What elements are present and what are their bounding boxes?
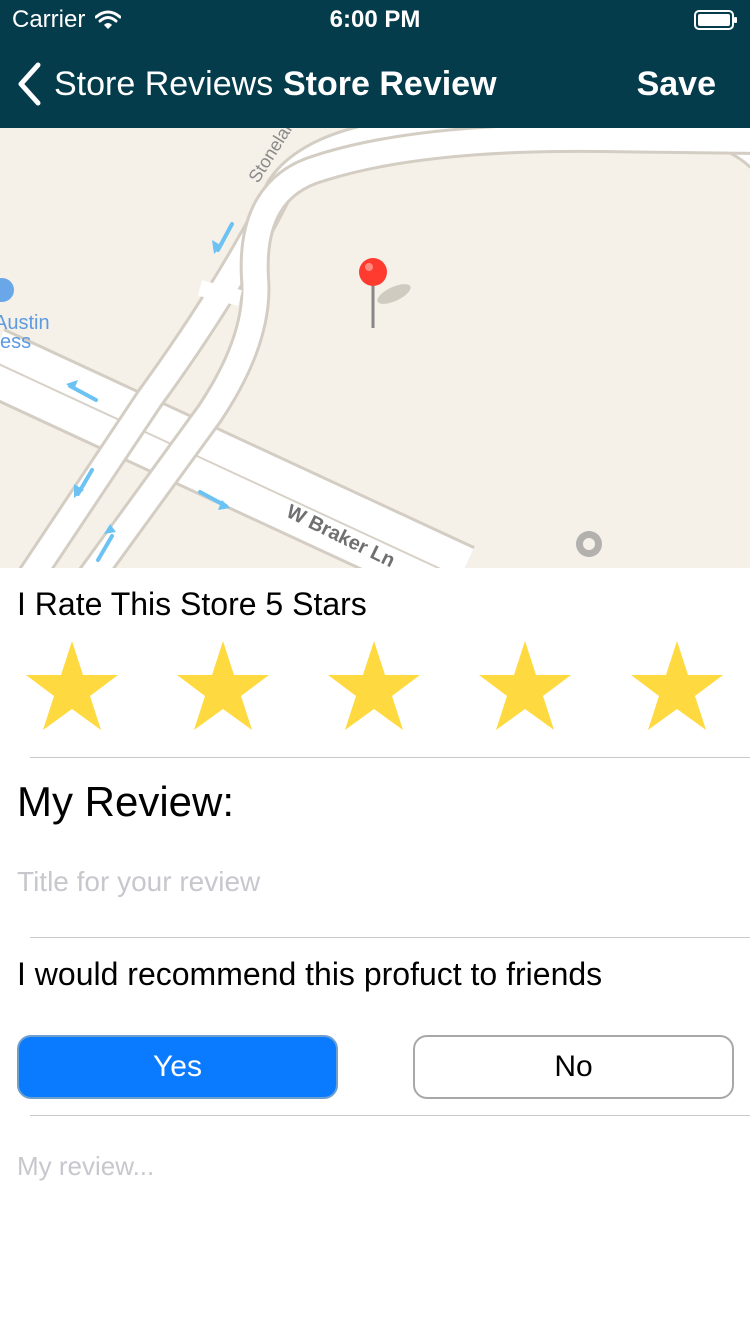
star-icon-1[interactable] bbox=[22, 636, 122, 736]
header: Carrier 6:00 PM Store Reviews Store Revi… bbox=[0, 0, 750, 128]
battery-icon bbox=[694, 10, 737, 30]
save-button[interactable]: Save bbox=[637, 60, 716, 108]
status-bar: Carrier 6:00 PM bbox=[0, 0, 750, 40]
back-button-label: Store Reviews bbox=[54, 65, 274, 103]
star-icon-4[interactable] bbox=[475, 636, 575, 736]
no-button[interactable]: No bbox=[413, 1035, 734, 1099]
poi-label-line-2: ess bbox=[0, 331, 31, 353]
recommend-label: I would recommend this profuct to friend… bbox=[17, 956, 603, 992]
divider bbox=[30, 937, 750, 938]
review-title-input[interactable] bbox=[17, 856, 717, 908]
divider bbox=[30, 1115, 750, 1116]
map-place-icon bbox=[576, 531, 602, 557]
rating-label: I Rate This Store 5 Stars bbox=[17, 586, 367, 622]
divider bbox=[30, 757, 750, 758]
yes-button[interactable]: Yes bbox=[17, 1035, 338, 1099]
status-time: 6:00 PM bbox=[329, 6, 421, 33]
review-body-textarea[interactable] bbox=[17, 1144, 733, 1324]
page-title: Store Review bbox=[283, 65, 497, 103]
chevron-left-icon bbox=[18, 62, 41, 106]
map-view[interactable]: Stonelake W Braker Ln Austin ess bbox=[0, 128, 750, 568]
map-canvas: Stonelake W Braker Ln Austin ess bbox=[0, 128, 750, 568]
back-button[interactable]: Store Reviews bbox=[16, 60, 273, 108]
star-icon-5[interactable] bbox=[627, 636, 727, 736]
review-section-title: My Review: bbox=[17, 778, 235, 825]
navigation-bar: Store Reviews Store Review Save bbox=[0, 40, 750, 128]
star-icon-2[interactable] bbox=[173, 636, 273, 736]
store-review-screen: Carrier 6:00 PM Store Reviews Store Revi… bbox=[0, 0, 750, 1334]
star-icon-3[interactable] bbox=[324, 636, 424, 736]
star-rating[interactable] bbox=[0, 636, 750, 736]
